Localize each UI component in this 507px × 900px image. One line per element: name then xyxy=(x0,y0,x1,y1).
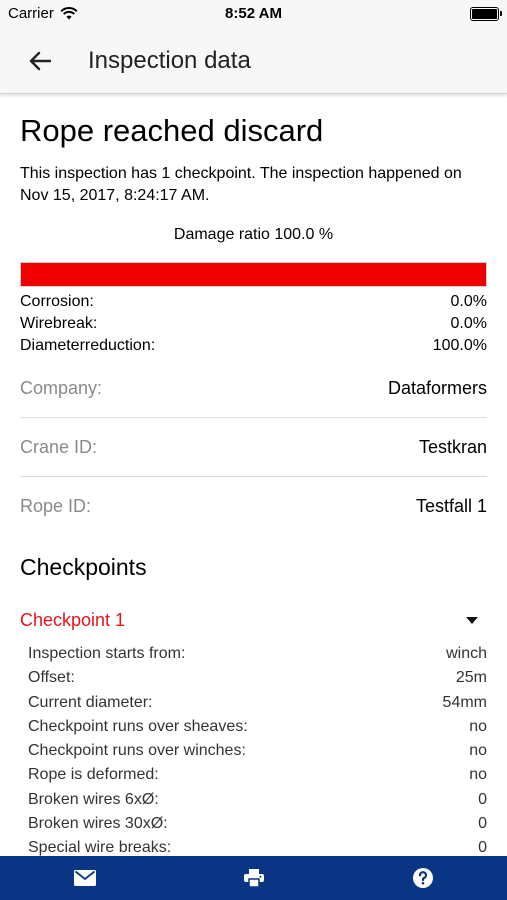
crane-id-row: Crane ID: Testkran xyxy=(20,418,487,477)
detail-value: 54mm xyxy=(442,693,487,711)
damage-ratio-bar xyxy=(20,262,487,287)
metric-row: Diameterreduction: 100.0% xyxy=(20,335,487,357)
bottom-toolbar xyxy=(0,856,507,900)
metric-value: 100.0% xyxy=(432,337,487,354)
metric-label: Wirebreak: xyxy=(20,315,98,332)
detail-label: Broken wires 30xØ: xyxy=(28,815,168,833)
metric-label: Corrosion: xyxy=(20,293,94,310)
mail-icon xyxy=(73,870,96,886)
detail-label: Special wire breaks: xyxy=(28,839,172,856)
checkpoint-detail-row: Broken wires 6xØ: 0 xyxy=(28,788,487,812)
checkpoint-detail-row: Broken wires 30xØ: 0 xyxy=(28,812,487,836)
detail-value: 0 xyxy=(478,790,487,808)
back-button[interactable] xyxy=(20,41,60,81)
detail-value: no xyxy=(469,717,487,735)
company-value: Dataformers xyxy=(387,377,487,398)
detail-label: Inspection starts from: xyxy=(28,645,186,662)
metric-label: Diameterreduction: xyxy=(20,337,156,354)
metric-value: 0.0% xyxy=(450,315,487,332)
status-time: 8:52 AM xyxy=(225,5,282,22)
metric-row: Corrosion: 0.0% xyxy=(20,291,487,313)
detail-label: Checkpoint runs over winches: xyxy=(28,742,246,760)
company-label: Company: xyxy=(20,377,103,398)
detail-label: Broken wires 6xØ: xyxy=(28,790,159,808)
rope-id-row: Rope ID: Testfall 1 xyxy=(20,477,487,536)
inspection-content[interactable]: Rope reached discard This inspection has… xyxy=(0,95,507,856)
battery-icon xyxy=(470,7,502,21)
rope-info: Company: Dataformers Crane ID: Testkran … xyxy=(20,359,487,536)
metric-row: Wirebreak: 0.0% xyxy=(20,313,487,335)
detail-value: no xyxy=(469,742,487,760)
discard-heading: Rope reached discard xyxy=(20,113,324,148)
crane-id-value: Testkran xyxy=(418,436,487,457)
status-bar: Carrier 8:52 AM xyxy=(0,0,507,28)
detail-value: winch xyxy=(446,645,487,662)
checkpoint-detail-row: Inspection starts from: winch xyxy=(28,642,487,666)
checkpoint-detail-row: Current diameter: 54mm xyxy=(28,691,487,715)
detail-value: 0 xyxy=(478,839,487,856)
detail-label: Current diameter: xyxy=(28,693,153,711)
checkpoint-details: Inspection starts from: winch Offset: 25m … xyxy=(20,642,487,856)
print-icon xyxy=(243,869,264,887)
checkpoint-detail-row: Checkpoint runs over winches: no xyxy=(28,739,487,763)
checkpoint-toggle[interactable]: Checkpoint 1 xyxy=(20,608,487,632)
checkpoint-detail-row: Offset: 25m xyxy=(28,666,487,690)
checkpoint-detail-row: Special wire breaks: 0 xyxy=(28,836,487,856)
inspection-intro: This inspection has 1 checkpoint. The in… xyxy=(20,165,462,204)
detail-value: no xyxy=(469,766,487,784)
arrow-left-icon xyxy=(29,51,51,70)
detail-label: Rope is deformed: xyxy=(28,766,159,784)
detail-label: Checkpoint runs over sheaves: xyxy=(28,717,248,735)
help-icon xyxy=(412,868,433,888)
print-button[interactable] xyxy=(169,856,338,900)
damage-ratio-label: Damage ratio 100.0 % xyxy=(173,226,334,243)
detail-label: Offset: xyxy=(28,669,75,687)
email-button[interactable] xyxy=(0,856,169,900)
checkpoint-name: Checkpoint 1 xyxy=(20,609,126,630)
detail-value: 25m xyxy=(455,669,487,687)
metric-value: 0.0% xyxy=(450,293,487,310)
help-button[interactable] xyxy=(338,856,507,900)
rope-id-label: Rope ID: xyxy=(20,496,92,516)
damage-metrics: Corrosion: 0.0% Wirebreak: 0.0% Diameter… xyxy=(20,291,487,357)
page-title: Inspection data xyxy=(88,46,251,74)
company-row: Company: Dataformers xyxy=(20,359,487,418)
checkpoint-detail-row: Rope is deformed: no xyxy=(28,763,487,787)
crane-id-label: Crane ID: xyxy=(20,436,98,457)
damage-ratio-fill xyxy=(21,263,486,286)
checkpoint-detail-row: Checkpoint runs over sheaves: no xyxy=(28,715,487,739)
navigation-bar: Inspection data xyxy=(0,28,507,94)
caret-down-icon xyxy=(466,616,478,624)
rope-id-value: Testfall 1 xyxy=(415,496,487,516)
detail-value: 0 xyxy=(478,815,487,833)
checkpoints-heading: Checkpoints xyxy=(20,554,147,580)
